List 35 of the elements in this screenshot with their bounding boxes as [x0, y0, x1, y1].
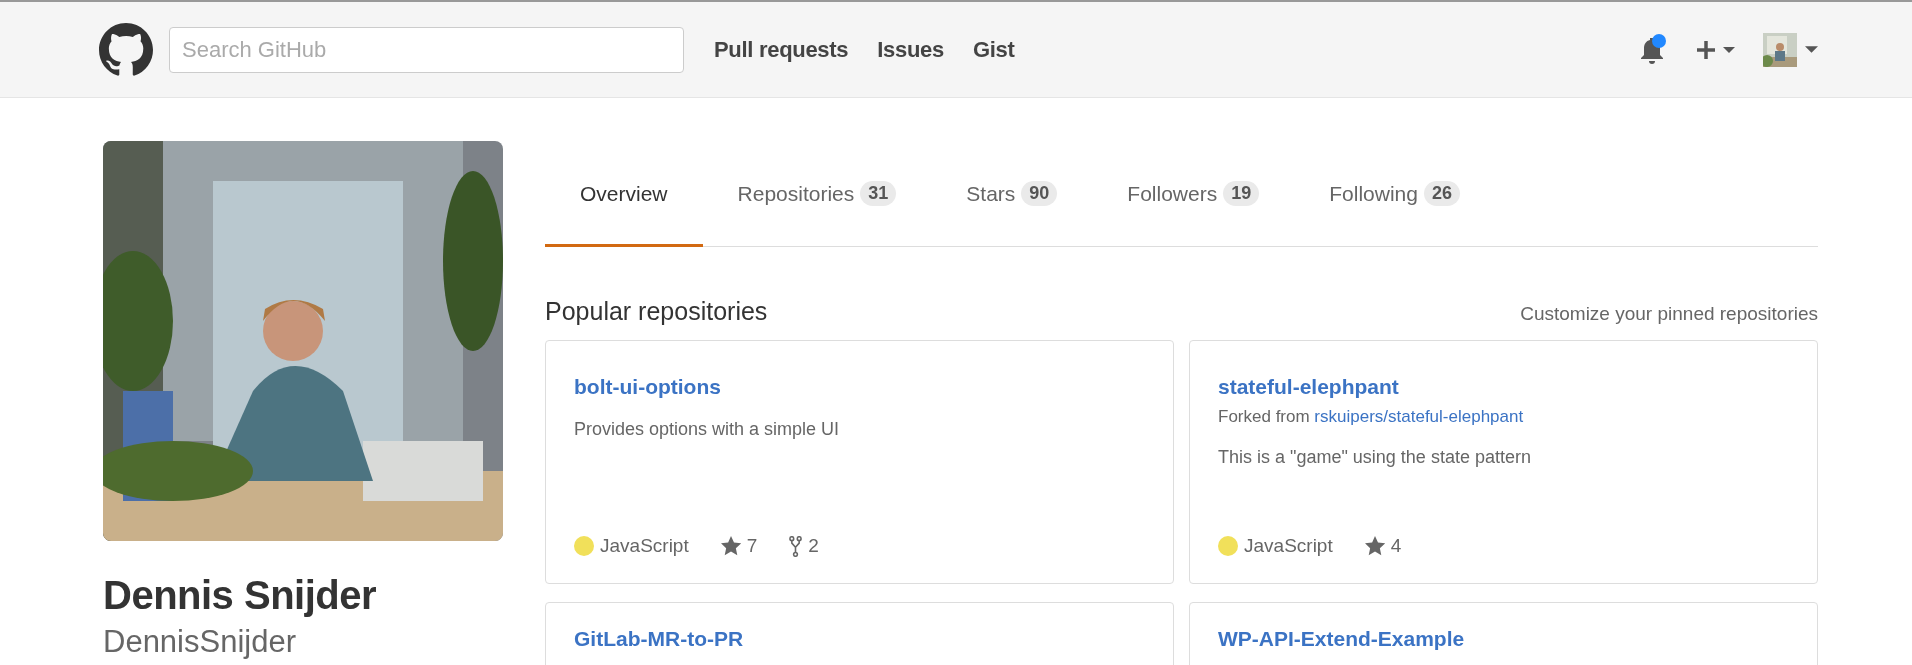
star-icon: [1364, 536, 1385, 556]
section-title: Popular repositories: [545, 297, 768, 326]
profile-name: Dennis Snijder: [103, 573, 378, 618]
language-label: JavaScript: [600, 535, 689, 557]
profile-tab[interactable]: Followers 19: [1092, 141, 1295, 247]
count-badge: 26: [1423, 181, 1460, 206]
count-badge: 90: [1021, 181, 1058, 206]
star-icon: [720, 536, 741, 556]
repo-link[interactable]: WP-API-Extend-Example: [1218, 627, 1465, 651]
star-count: 4: [1390, 535, 1402, 557]
count-badge: 31: [860, 181, 897, 206]
repo-link[interactable]: bolt-ui-options: [574, 375, 721, 399]
nav-link[interactable]: Pull requests: [714, 36, 849, 63]
repo-description: Provides options with a simple UI: [574, 419, 841, 440]
profile-username: DennisSnijder: [103, 624, 297, 660]
count-badge: 19: [1223, 181, 1260, 206]
nav-link[interactable]: Gist: [972, 36, 1015, 63]
profile-tab[interactable]: Stars 90: [931, 141, 1093, 247]
customize-link[interactable]: Customize your pinned repositories: [1520, 303, 1818, 325]
profile-tab[interactable]: Overview: [545, 141, 703, 247]
fork-icon: [789, 535, 803, 557]
forked-from-link[interactable]: rskuipers/stateful-elephpant: [1314, 407, 1524, 426]
repo-link[interactable]: stateful-elephpant: [1218, 375, 1399, 399]
caret-icon[interactable]: [1805, 46, 1818, 53]
language-label: JavaScript: [1244, 535, 1333, 557]
nav-link[interactable]: Issues: [877, 36, 944, 63]
profile-tab[interactable]: Following 26: [1294, 141, 1495, 247]
forked-from-text: Forked from rskuipers/stateful-elephpant: [1218, 407, 1525, 427]
profile-tab[interactable]: Repositories 31: [702, 141, 932, 247]
repo-link[interactable]: GitLab-MR-to-PR: [574, 627, 744, 651]
fork-count: 2: [808, 535, 819, 557]
cat-logo-icon[interactable]: [99, 22, 153, 77]
search-field[interactable]: Search GitHub: [169, 26, 684, 73]
star-count: 7: [746, 535, 758, 557]
repo-description: This is a "game" using the state pattern: [1218, 447, 1532, 468]
